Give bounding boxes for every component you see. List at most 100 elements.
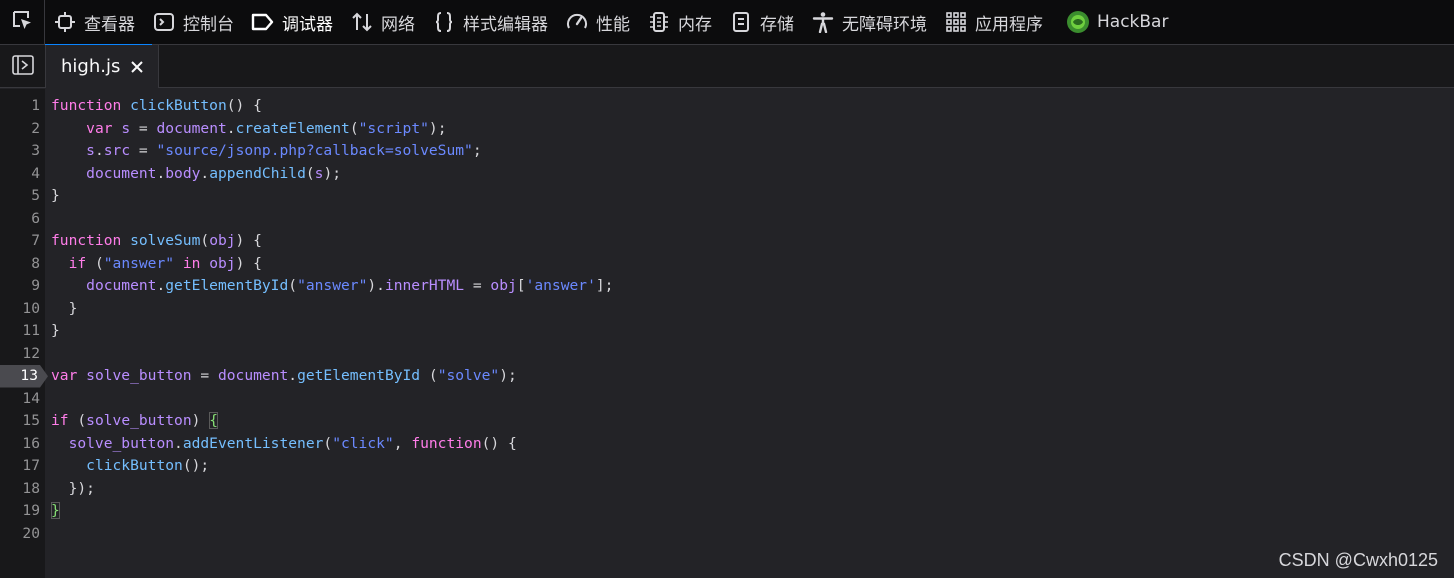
tab-label: 应用程序 [975, 14, 1043, 35]
line-number[interactable]: 6 [0, 208, 40, 231]
code-line: 17 clickButton(); [0, 455, 1454, 478]
hackbar-icon [1066, 10, 1090, 34]
code-line: 1 function clickButton() { [0, 95, 1454, 118]
line-number[interactable]: 9 [0, 275, 40, 298]
line-number[interactable]: 14 [0, 388, 40, 411]
tab-label: 查看器 [84, 14, 135, 35]
code-line: 13 var solve_button = document.getElement… [0, 365, 1454, 388]
code-line: 9 document.getElementById("answer").inne… [0, 275, 1454, 298]
line-number[interactable]: 8 [0, 253, 40, 276]
line-number[interactable]: 1 [0, 95, 40, 118]
code-line: 14 [0, 388, 1454, 411]
code-text: s.src = "source/jsonp.php?callback=solve… [86, 142, 482, 159]
accessibility-icon [811, 10, 835, 34]
tab-label: 调试器 [282, 14, 333, 35]
line-number[interactable]: 11 [0, 320, 40, 343]
tab-inspector[interactable]: 查看器 [45, 0, 144, 44]
code-line: 7 function solveSum(obj) { [0, 230, 1454, 253]
code-text: var solve_button = document.getElementBy… [51, 367, 517, 384]
code-line: 3 s.src = "source/jsonp.php?callback=sol… [0, 140, 1454, 163]
style-editor-icon [432, 10, 456, 34]
code-text: if (solve_button) { [51, 412, 218, 429]
line-number[interactable]: 3 [0, 140, 40, 163]
line-number[interactable]: 12 [0, 343, 40, 366]
code-text: solve_button.addEventListener("click", f… [68, 434, 517, 452]
sidebar-toggle-icon [11, 54, 34, 79]
code-line: 19} [0, 500, 1454, 523]
console-icon [152, 10, 176, 34]
code-line: 12 [0, 343, 1454, 366]
code-text: } [51, 502, 60, 519]
tab-label: 网络 [381, 14, 415, 35]
code-line: 8 if ("answer" in obj) { [0, 253, 1454, 276]
line-number[interactable]: 15 [0, 410, 40, 433]
code-line: 11} [0, 320, 1454, 343]
code-line: 10 } [0, 298, 1454, 321]
code-text: function solveSum(obj) { [51, 232, 262, 249]
code-line: 15 if (solve_button) { [0, 410, 1454, 433]
code-editor[interactable]: 1 function clickButton() { 2 var s = docum… [0, 89, 1454, 578]
element-picker-button[interactable] [0, 0, 45, 44]
code-line: 5} [0, 185, 1454, 208]
network-icon [350, 10, 374, 34]
inspector-icon [53, 10, 77, 34]
tab-label: 样式编辑器 [463, 14, 548, 35]
line-number[interactable]: 4 [0, 163, 40, 186]
watermark: CSDN @Cwxh0125 [1278, 550, 1438, 570]
tab-application[interactable]: 应用程序 [936, 0, 1052, 44]
line-number[interactable]: 7 [0, 230, 40, 253]
source-tab-bar: high.js [0, 45, 1454, 88]
line-number[interactable]: 18 [0, 478, 40, 501]
code-text: }); [68, 479, 95, 497]
code-line: 20 [0, 523, 1454, 546]
tab-label: 存储 [760, 14, 794, 35]
tab-hackbar[interactable]: HackBar [1052, 0, 1177, 44]
code-line: 16 solve_button.addEventListener("click"… [0, 433, 1454, 456]
code-text: } [68, 299, 78, 317]
code-line: 4 document.body.appendChild(s); [0, 163, 1454, 186]
code-text: clickButton(); [86, 457, 210, 474]
line-number[interactable]: 17 [0, 455, 40, 478]
performance-icon [565, 10, 589, 34]
tab-accessibility[interactable]: 无障碍环境 [803, 0, 936, 44]
tab-console[interactable]: 控制台 [144, 0, 243, 44]
code-line: 2 var s = document.createElement("script… [0, 118, 1454, 141]
breakpoint-marker[interactable]: 13 [0, 365, 48, 388]
element-picker-icon [11, 9, 33, 35]
line-number[interactable]: 16 [0, 433, 40, 456]
code-text: function clickButton() { [51, 97, 262, 114]
line-number[interactable]: 19 [0, 500, 40, 523]
code-text: } [51, 322, 60, 339]
toggle-sources-panel-button[interactable] [0, 45, 45, 88]
source-tab-filename: high.js [61, 56, 121, 77]
line-number[interactable]: 5 [0, 185, 40, 208]
tab-label: 无障碍环境 [842, 14, 927, 35]
code-text: document.getElementById("answer").innerH… [86, 277, 614, 294]
tab-storage[interactable]: 存储 [721, 0, 803, 44]
source-tab[interactable]: high.js [45, 45, 160, 88]
tab-label: 性能 [596, 14, 630, 35]
tab-memory[interactable]: 内存 [639, 0, 721, 44]
line-number[interactable]: 20 [0, 523, 40, 546]
tab-performance[interactable]: 性能 [557, 0, 639, 44]
code-line: 6 [0, 208, 1454, 231]
tab-network[interactable]: 网络 [342, 0, 424, 44]
line-number[interactable]: 2 [0, 118, 40, 141]
tab-label: HackBar [1097, 12, 1169, 32]
tab-debugger[interactable]: 调试器 [243, 0, 342, 44]
close-icon[interactable] [130, 60, 144, 74]
tab-label: 控制台 [183, 14, 234, 35]
code-text: if ("answer" in obj) { [68, 254, 262, 272]
storage-icon [729, 10, 753, 34]
code-line: 18 }); [0, 478, 1454, 501]
code-text: var s = document.createElement("script")… [86, 119, 447, 137]
debugger-icon [251, 10, 275, 34]
code-text: document.body.appendChild(s); [86, 164, 342, 182]
application-icon [944, 10, 968, 34]
line-number[interactable]: 10 [0, 298, 40, 321]
devtools-toolbar: 查看器 控制台 调试器 网络 样式编辑器 性能 内存 存储 无障碍环境 应用程序… [0, 0, 1454, 45]
tab-style-editor[interactable]: 样式编辑器 [424, 0, 557, 44]
tab-label: 内存 [678, 14, 712, 35]
code-text: } [51, 187, 60, 204]
memory-icon [647, 10, 671, 34]
